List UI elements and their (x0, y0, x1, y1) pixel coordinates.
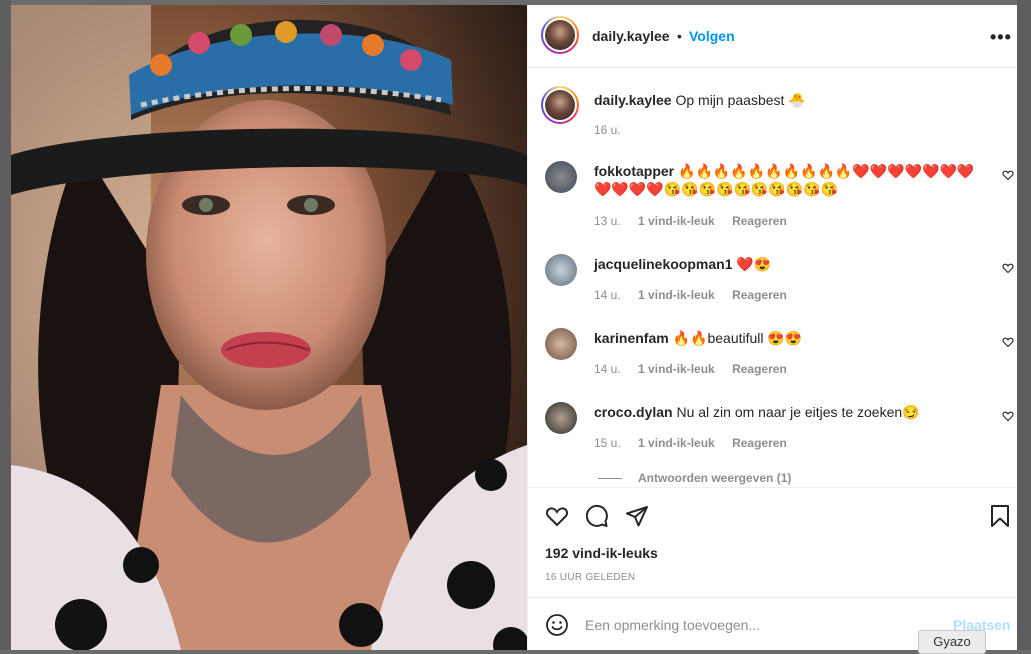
reply-button[interactable]: Reageren (732, 436, 787, 450)
screen: daily.kaylee • Volgen ••• daily.kaylee O… (0, 0, 1031, 654)
caption-username[interactable]: daily.kaylee (594, 92, 672, 108)
header-separator: • (677, 28, 682, 44)
bookmark-icon[interactable] (989, 504, 1011, 528)
reply-button[interactable]: Reageren (732, 214, 787, 228)
emoji-icon[interactable] (545, 613, 569, 637)
reply-button[interactable]: Reageren (732, 288, 787, 302)
heart-icon[interactable] (544, 504, 570, 528)
comment-likes[interactable]: 1 vind-ik-leuk (638, 362, 715, 376)
comment-time[interactable]: 15 u. (594, 436, 621, 450)
comment-text: 🔥🔥beautifull 😍😍 (672, 330, 803, 346)
comment-likes[interactable]: 1 vind-ik-leuk (638, 214, 715, 228)
share-icon[interactable] (625, 504, 649, 528)
comment-username[interactable]: karinenfam (594, 330, 669, 346)
view-replies-button[interactable]: Antwoorden weergeven (1) (638, 471, 791, 485)
post-image (11, 5, 527, 650)
likes-count[interactable]: 192 vind-ik-leuks (545, 545, 658, 561)
replies-line (598, 478, 622, 479)
backdrop-right (1017, 0, 1031, 650)
caption-avatar[interactable] (541, 86, 579, 124)
comment-username[interactable]: fokkotapper (594, 163, 674, 179)
backdrop-left (0, 0, 11, 650)
comment-like-icon[interactable] (1002, 410, 1014, 422)
comment-likes[interactable]: 1 vind-ik-leuk (638, 436, 715, 450)
author-username[interactable]: daily.kaylee (592, 28, 670, 44)
follow-button[interactable]: Volgen (689, 28, 735, 44)
comment-avatar[interactable] (545, 402, 577, 434)
comment-text: ❤️😍 (736, 256, 772, 272)
comments-list[interactable]: daily.kaylee Op mijn paasbest 🐣 16 u. fo… (528, 68, 1018, 486)
post-header: daily.kaylee • Volgen ••• (528, 5, 1018, 68)
comment-time[interactable]: 13 u. (594, 214, 621, 228)
comment-time[interactable]: 14 u. (594, 288, 621, 302)
comment-icon[interactable] (585, 504, 609, 528)
comment-like-icon[interactable] (1002, 262, 1014, 274)
more-options-icon[interactable]: ••• (990, 27, 1012, 48)
post-photo[interactable] (11, 5, 527, 650)
comment-avatar[interactable] (545, 328, 577, 360)
comment-username[interactable]: croco.dylan (594, 404, 673, 420)
posted-time[interactable]: 16 UUR GELEDEN (545, 572, 635, 583)
comment-text: Nu al zin om naar je eitjes te zoeken😏 (676, 404, 920, 420)
comment-avatar[interactable] (545, 161, 577, 193)
comment-avatar[interactable] (545, 254, 577, 286)
post-panel: daily.kaylee • Volgen ••• daily.kaylee O… (527, 5, 1018, 650)
comment-time[interactable]: 14 u. (594, 362, 621, 376)
comment-input[interactable]: Een opmerking toevoegen... (585, 617, 760, 633)
caption-text: Op mijn paasbest 🐣 (675, 92, 806, 108)
reply-button[interactable]: Reageren (732, 362, 787, 376)
comment-like-icon[interactable] (1002, 336, 1014, 348)
action-bar: 192 vind-ik-leuks 16 UUR GELEDEN (528, 487, 1018, 598)
gyazo-tooltip: Gyazo (918, 630, 986, 654)
comment-username[interactable]: jacquelinekoopman1 (594, 256, 732, 272)
comment-likes[interactable]: 1 vind-ik-leuk (638, 288, 715, 302)
caption-time[interactable]: 16 u. (594, 123, 621, 137)
author-avatar[interactable] (541, 16, 579, 54)
comment-like-icon[interactable] (1002, 169, 1014, 181)
